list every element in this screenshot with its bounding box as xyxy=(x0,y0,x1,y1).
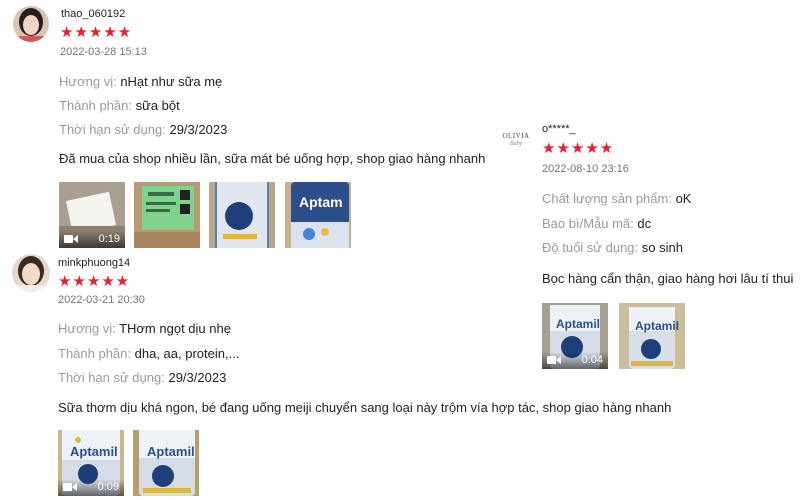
field-value: dc xyxy=(637,216,652,231)
review-image-thumbnail[interactable]: Aptamil xyxy=(619,303,685,369)
product-brand-text: Aptamil xyxy=(556,317,601,331)
review-comment: Sữa thơm dịu khá ngon, bé đang uống meij… xyxy=(58,400,672,415)
field-label: Hương vị: xyxy=(59,74,121,89)
video-camera-icon xyxy=(63,483,77,491)
product-brand-text: Aptam xyxy=(299,194,343,210)
product-brand-text: Aptamil xyxy=(635,319,680,333)
avatar-brand-subtext: Baby xyxy=(509,141,523,147)
field-ingredients: Thành phần: dha, aa, protein,... xyxy=(58,346,239,361)
review-comment: Bọc hàng cẩn thận, giao hàng hơi lâu tí … xyxy=(542,271,794,286)
video-overlay: 0:09 xyxy=(58,479,124,496)
rating-stars: ★★★★★ xyxy=(542,140,615,157)
review-username[interactable]: thao_060192 xyxy=(61,8,125,20)
field-value: THơm ngọt dịu nhẹ xyxy=(119,321,231,336)
field-expiry: Thời hạn sử dụng: 29/3/2023 xyxy=(58,370,226,385)
review-video-thumbnail[interactable]: Aptamil 0:04 xyxy=(542,303,608,369)
review-username[interactable]: o*****_ xyxy=(542,123,576,135)
field-label: Thành phần: xyxy=(59,98,136,113)
video-camera-icon xyxy=(547,356,561,364)
field-label: Thời hạn sử dụng: xyxy=(58,370,169,385)
review-card: thao_060192 ★★★★★ 2022-03-28 15:13 Hương… xyxy=(0,0,500,250)
review-card: OLIVIA Baby o*****_ ★★★★★ 2022-08-10 23:… xyxy=(490,110,800,380)
review-datetime: 2022-03-28 15:13 xyxy=(60,46,147,58)
avatar-brand-text: OLIVIA xyxy=(502,132,530,140)
review-datetime: 2022-03-21 20:30 xyxy=(58,294,145,306)
field-value: 29/3/2023 xyxy=(168,370,227,385)
video-duration: 0:19 xyxy=(98,233,120,245)
field-expiry: Thời hạn sử dụng: 29/3/2023 xyxy=(59,122,227,137)
field-ingredients: Thành phần: sữa bột xyxy=(59,98,180,113)
field-packaging: Bao bì/Mẫu mã: dc xyxy=(542,216,651,231)
field-label: Chất lượng sản phẩm: xyxy=(542,191,676,206)
review-comment: Đã mua của shop nhiều lần, sữa mát bé uố… xyxy=(59,151,486,166)
review-image-thumbnail[interactable]: Aptam xyxy=(285,182,351,248)
product-brand-text: Aptamil xyxy=(70,444,118,459)
review-image-thumbnail[interactable] xyxy=(209,182,275,248)
rating-stars: ★★★★★ xyxy=(60,24,133,41)
video-duration: 0:09 xyxy=(97,481,119,493)
video-overlay: 0:19 xyxy=(59,231,125,248)
field-value: dha, aa, protein,... xyxy=(134,346,240,361)
avatar[interactable] xyxy=(13,6,49,42)
review-username[interactable]: minkphuong14 xyxy=(58,257,130,269)
video-duration: 0:04 xyxy=(581,354,603,366)
field-value: oK xyxy=(675,191,692,206)
field-flavor: Hương vị: nHạt như sữa mẹ xyxy=(59,74,222,89)
field-value: 29/3/2023 xyxy=(169,122,228,137)
field-label: Hương vị: xyxy=(58,321,120,336)
review-video-thumbnail[interactable]: Aptamil 0:09 xyxy=(58,430,124,496)
field-label: Bao bì/Mẫu mã: xyxy=(542,216,638,231)
field-quality: Chất lượng sản phẩm: oK xyxy=(542,191,691,206)
avatar[interactable] xyxy=(12,254,50,292)
review-video-thumbnail[interactable]: 0:19 xyxy=(59,182,125,248)
field-age: Độ tuổi sử dụng: so sinh xyxy=(542,240,683,255)
field-value: nHạt như sữa mẹ xyxy=(120,74,223,89)
field-value: so sinh xyxy=(641,240,683,255)
review-datetime: 2022-08-10 23:16 xyxy=(542,163,629,175)
review-image-thumbnail[interactable] xyxy=(134,182,200,248)
product-brand-text: Aptamil xyxy=(147,444,195,459)
field-value: sữa bột xyxy=(135,98,180,113)
field-label: Độ tuổi sử dụng: xyxy=(542,240,642,255)
avatar[interactable]: OLIVIA Baby xyxy=(496,120,536,160)
field-label: Thành phần: xyxy=(58,346,135,361)
field-label: Thời hạn sử dụng: xyxy=(59,122,170,137)
video-camera-icon xyxy=(64,235,78,243)
review-image-thumbnail[interactable]: Aptamil xyxy=(133,430,199,496)
rating-stars: ★★★★★ xyxy=(58,273,131,290)
video-overlay: 0:04 xyxy=(542,352,608,369)
field-flavor: Hương vị: THơm ngọt dịu nhẹ xyxy=(58,321,231,336)
